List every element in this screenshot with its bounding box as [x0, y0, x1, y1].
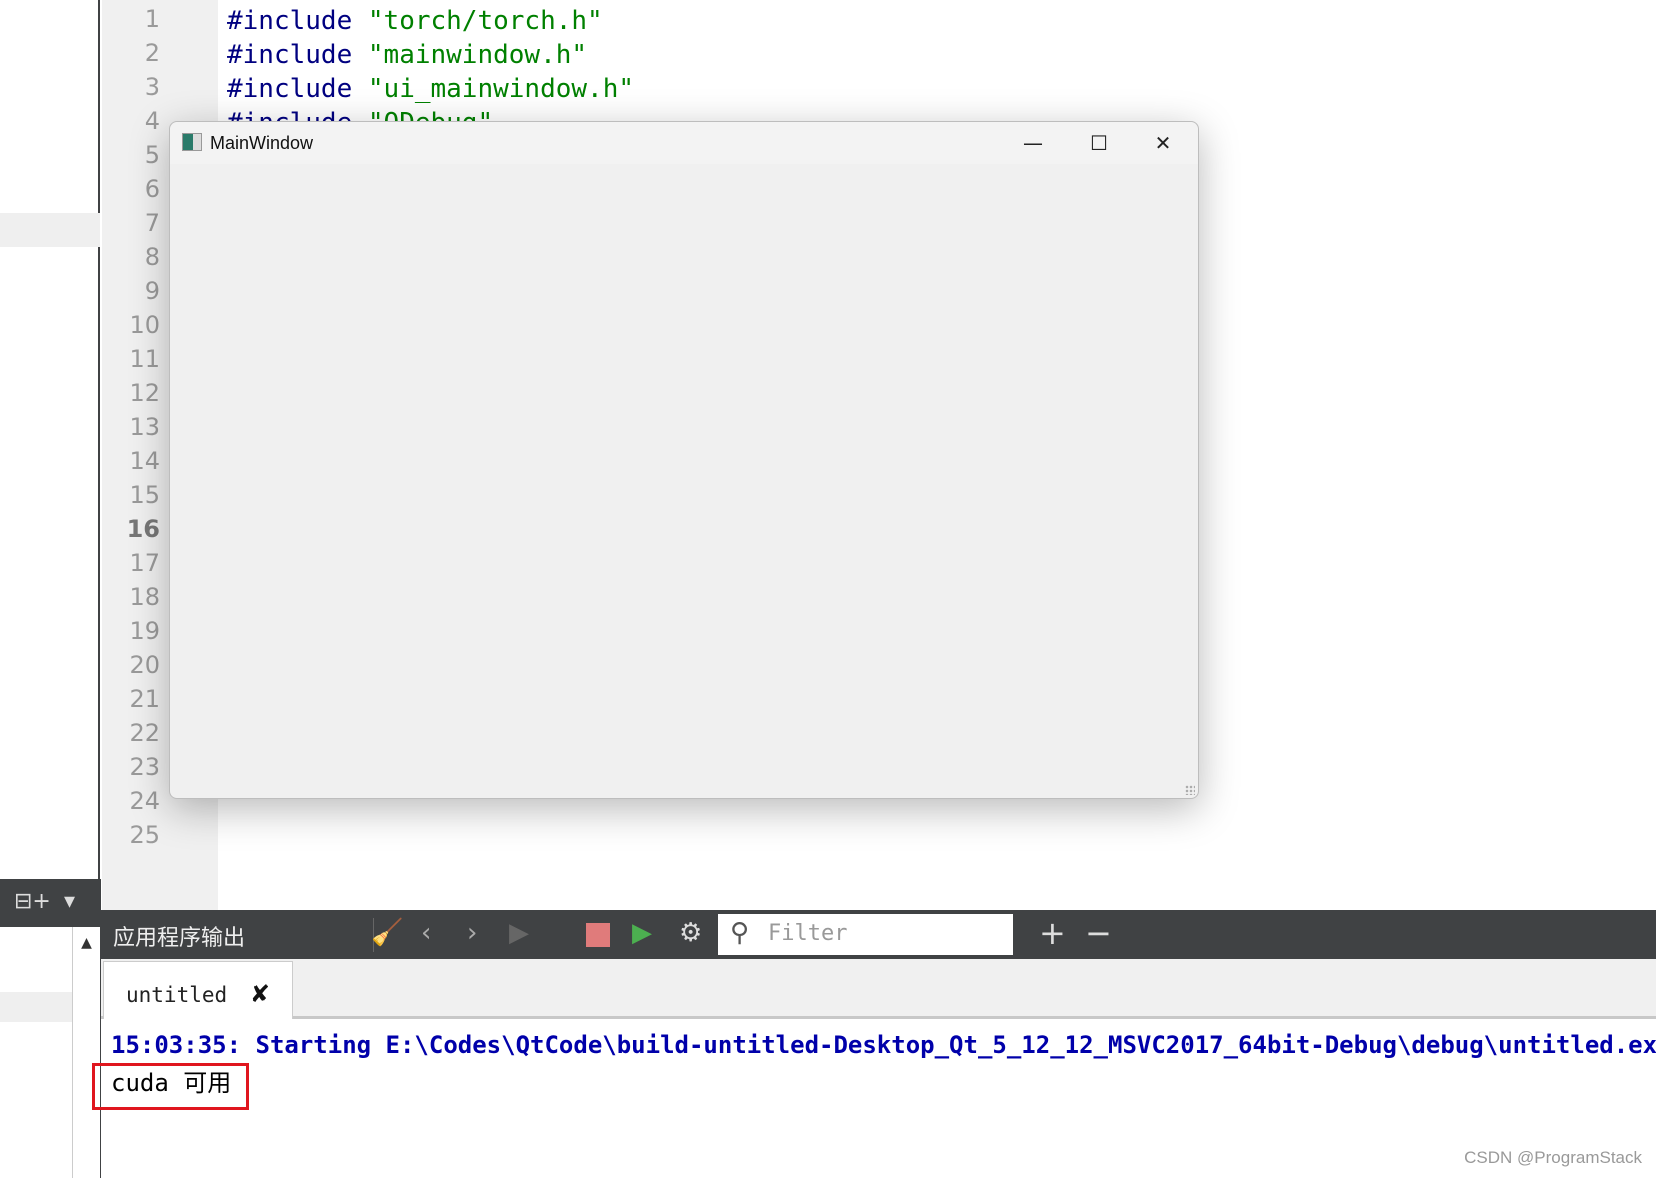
left-panel-toolbar: ⊟+ ▾ [0, 879, 101, 927]
string-literal: "ui_mainwindow.h" [367, 74, 634, 104]
line-number: 17 [129, 549, 160, 577]
line-number: 14 [129, 447, 160, 475]
run-debug-icon[interactable]: ▶ [632, 918, 652, 948]
line-number: 24 [129, 787, 160, 815]
close-tab-icon[interactable]: ✘ [250, 980, 270, 1008]
line-number: 11 [129, 345, 160, 373]
filter-placeholder: Filter [768, 921, 848, 946]
settings-icon[interactable]: ⚙ [679, 918, 702, 948]
left-sidebar [0, 0, 100, 879]
line-number: 9 [144, 277, 160, 305]
line-number: 13 [129, 413, 160, 441]
main-window: MainWindow — ☐ ✕ [169, 121, 1199, 799]
run-icon[interactable]: ▶ [509, 918, 529, 948]
line-number: 10 [129, 311, 160, 339]
code-line: #include "mainwindow.h" [227, 38, 587, 72]
clear-icon[interactable]: 🧹 [371, 918, 403, 948]
output-line: 15:03:35: Starting E:\Codes\QtCode\build… [111, 1031, 1656, 1059]
application-output[interactable]: 15:03:35: Starting E:\Codes\QtCode\build… [101, 1019, 1656, 1178]
line-number: 3 [144, 73, 160, 101]
filter-input[interactable]: ⚲ Filter [718, 914, 1013, 955]
sidebar-selected-row[interactable] [0, 213, 100, 247]
output-pane-title: 应用程序输出 [113, 926, 246, 951]
line-number: 5 [144, 141, 160, 169]
code-line: #include "ui_mainwindow.h" [227, 72, 634, 106]
line-number: 23 [129, 753, 160, 781]
minimize-button[interactable]: — [998, 122, 1068, 164]
tab-label: untitled [126, 983, 228, 1007]
line-number: 2 [144, 39, 160, 67]
output-toolbar: 应用程序输出 🧹 ‹ › ▶ ▶ ⚙ ⚲ Filter + − [101, 910, 1656, 959]
line-number: 16 [126, 515, 160, 543]
stop-icon[interactable] [586, 923, 610, 947]
search-icon: ⚲ [730, 918, 750, 948]
line-number: 25 [129, 821, 160, 849]
window-title-bar[interactable]: MainWindow — ☐ ✕ [170, 122, 1198, 164]
resize-grip-icon[interactable] [1185, 785, 1195, 795]
next-icon[interactable]: › [467, 918, 477, 948]
line-number: 22 [129, 719, 160, 747]
keyword: #include [227, 6, 353, 36]
string-literal: "mainwindow.h" [367, 40, 588, 70]
collapse-icon[interactable]: ▾ [64, 889, 75, 914]
line-number: 8 [144, 243, 160, 271]
line-number: 15 [129, 481, 160, 509]
line-number: 6 [144, 175, 160, 203]
tab-untitled[interactable]: untitled ✘ [103, 961, 293, 1022]
close-button[interactable]: ✕ [1128, 122, 1198, 164]
highlight-box [92, 1063, 249, 1110]
keyword: #include [227, 40, 353, 70]
output-tabs: untitled ✘ [101, 959, 1656, 1022]
line-number: 7 [144, 209, 160, 237]
sidebar-row[interactable] [0, 992, 72, 1022]
window-title: MainWindow [210, 133, 314, 153]
line-number: 1 [144, 5, 160, 33]
previous-icon[interactable]: ‹ [421, 918, 431, 948]
code-line: #include "torch/torch.h" [227, 4, 603, 38]
string-literal: "torch/torch.h" [367, 6, 603, 36]
scroll-up-icon[interactable]: ▲ [73, 935, 100, 951]
watermark: CSDN @ProgramStack [1464, 1148, 1642, 1167]
app-icon [182, 133, 202, 151]
line-number: 20 [129, 651, 160, 679]
line-number: 21 [129, 685, 160, 713]
maximize-button[interactable]: ☐ [1064, 122, 1134, 164]
split-icon[interactable]: ⊟+ [14, 889, 51, 914]
line-number: 19 [129, 617, 160, 645]
line-number: 12 [129, 379, 160, 407]
line-number: 18 [129, 583, 160, 611]
zoom-out-icon[interactable]: − [1085, 914, 1112, 952]
keyword: #include [227, 74, 353, 104]
line-number: 4 [144, 107, 160, 135]
zoom-in-icon[interactable]: + [1039, 914, 1066, 952]
scrollbar[interactable]: ▲ [72, 927, 100, 1178]
